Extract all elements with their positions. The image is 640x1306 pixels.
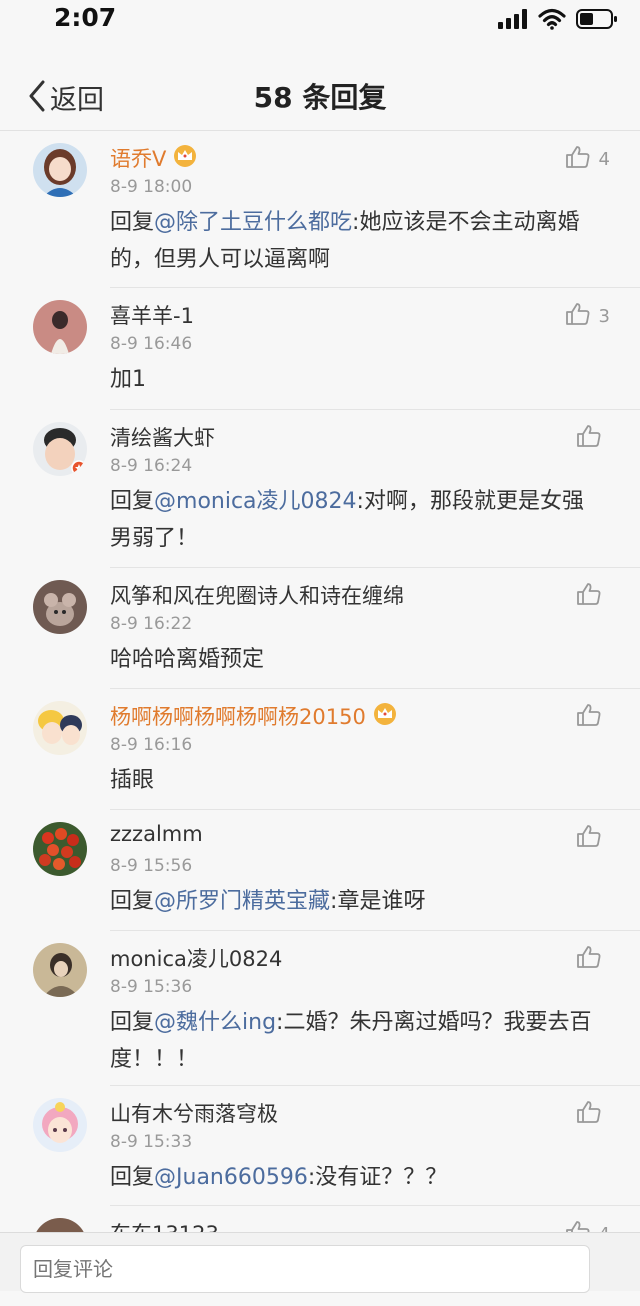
comment-time: 8-9 16:46: [110, 334, 193, 354]
comment-item: monica凌儿0824 8-9 15:36 回复@魏什么ing:二婚？朱丹离过…: [0, 931, 640, 1086]
avatar[interactable]: [33, 822, 87, 876]
comment-content: 插眼: [110, 768, 155, 793]
like-count: 4: [598, 148, 610, 170]
username[interactable]: 风筝和风在兜圈诗人和诗在缠绵: [110, 580, 404, 610]
mention-link[interactable]: @魏什么ing: [154, 1010, 276, 1035]
battery-icon: [576, 8, 618, 34]
mention-link[interactable]: @除了土豆什么都吃: [154, 210, 352, 235]
reply-bar: [0, 1232, 640, 1293]
comment-time: 8-9 15:56: [110, 856, 193, 876]
mention-link[interactable]: @monica凌儿0824: [154, 489, 357, 514]
username[interactable]: zzzalmm: [110, 822, 203, 846]
nav-bar: 返回 58 条回复: [0, 40, 640, 131]
page-title: 58 条回复: [253, 81, 387, 114]
comment-content: 回复@所罗门精英宝藏:章是谁呀: [110, 889, 426, 914]
comment-item: 风筝和风在兜圈诗人和诗在缠绵 8-9 16:22 哈哈哈离婚预定: [0, 568, 640, 689]
comment-list: 语乔V 8-9 18:00 回复@除了土豆什么都吃:她应该是不会主动离婚的，但男…: [0, 131, 640, 1306]
like-count: 3: [598, 305, 610, 327]
avatar[interactable]: [33, 143, 87, 197]
comment-content: 哈哈哈离婚预定: [110, 647, 265, 672]
thumbs-up-icon: [576, 1100, 602, 1128]
comment-content: 回复@Juan660596:没有证？？？: [110, 1165, 448, 1190]
comment-content: 加1: [110, 367, 146, 392]
mention-link[interactable]: @所罗门精英宝藏: [154, 889, 330, 914]
comment-item: zzzalmm 8-9 15:56 回复@所罗门精英宝藏:章是谁呀: [0, 810, 640, 931]
avatar[interactable]: [33, 580, 87, 634]
status-bar: 2:07: [0, 0, 640, 40]
comment-time: 8-9 16:22: [110, 614, 193, 634]
avatar[interactable]: [33, 1098, 87, 1152]
comment-time: 8-9 15:33: [110, 1132, 193, 1152]
username[interactable]: monica凌儿0824: [110, 943, 282, 973]
wifi-icon: [538, 8, 566, 34]
comment-time: 8-9 15:36: [110, 977, 193, 997]
comment-time: 8-9 18:00: [110, 177, 193, 197]
comment-content: 回复@除了土豆什么都吃:她应该是不会主动离婚的，但男人可以逼离啊: [110, 210, 580, 272]
like-button[interactable]: 4: [565, 145, 610, 173]
vip-crown-icon: [172, 144, 198, 172]
username[interactable]: 清绘酱大虾: [110, 422, 215, 452]
like-button[interactable]: [576, 582, 610, 610]
username[interactable]: 语乔V: [110, 143, 166, 173]
comment-item: 山有木兮雨落穹极 8-9 15:33 回复@Juan660596:没有证？？？: [0, 1086, 640, 1206]
comment-content: 回复@monica凌儿0824:对啊，那段就更是女强男弱了！: [110, 489, 584, 551]
username[interactable]: 山有木兮雨落穹极: [110, 1098, 278, 1128]
avatar[interactable]: [33, 300, 87, 354]
comment-item: 清绘酱大虾 8-9 16:24 回复@monica凌儿0824:对啊，那段就更是…: [0, 410, 640, 568]
like-button[interactable]: [576, 1100, 610, 1128]
thumbs-up-icon: [576, 424, 602, 452]
comment-item: 喜羊羊-1 8-9 16:46 加1 3: [0, 288, 640, 410]
avatar[interactable]: [33, 943, 87, 997]
reply-input[interactable]: [20, 1245, 590, 1293]
avatar[interactable]: [33, 422, 87, 476]
avatar[interactable]: [33, 701, 87, 755]
thumbs-up-icon: [565, 145, 591, 173]
username[interactable]: 喜羊羊-1: [110, 300, 194, 330]
thumbs-up-icon: [576, 703, 602, 731]
like-button[interactable]: [576, 945, 610, 973]
username[interactable]: 杨啊杨啊杨啊杨啊杨20150: [110, 701, 366, 731]
like-button[interactable]: [576, 424, 610, 452]
vip-crown-icon: [372, 702, 398, 730]
like-button[interactable]: [576, 824, 610, 852]
status-time: 2:07: [54, 3, 117, 32]
comment-time: 8-9 16:24: [110, 456, 193, 476]
thumbs-up-icon: [565, 302, 591, 330]
signal-icon: [498, 9, 528, 33]
like-button[interactable]: [576, 703, 610, 731]
thumbs-up-icon: [576, 945, 602, 973]
comment-content: 回复@魏什么ing:二婚？朱丹离过婚吗？我要去百度！！！: [110, 1010, 592, 1072]
comment-item: 杨啊杨啊杨啊杨啊杨20150 8-9 16:16 插眼: [0, 689, 640, 810]
mention-link[interactable]: @Juan660596: [154, 1165, 308, 1190]
thumbs-up-icon: [576, 824, 602, 852]
comment-time: 8-9 16:16: [110, 735, 193, 755]
like-button[interactable]: 3: [565, 302, 610, 330]
comment-item: 语乔V 8-9 18:00 回复@除了土豆什么都吃:她应该是不会主动离婚的，但男…: [0, 131, 640, 288]
thumbs-up-icon: [576, 582, 602, 610]
